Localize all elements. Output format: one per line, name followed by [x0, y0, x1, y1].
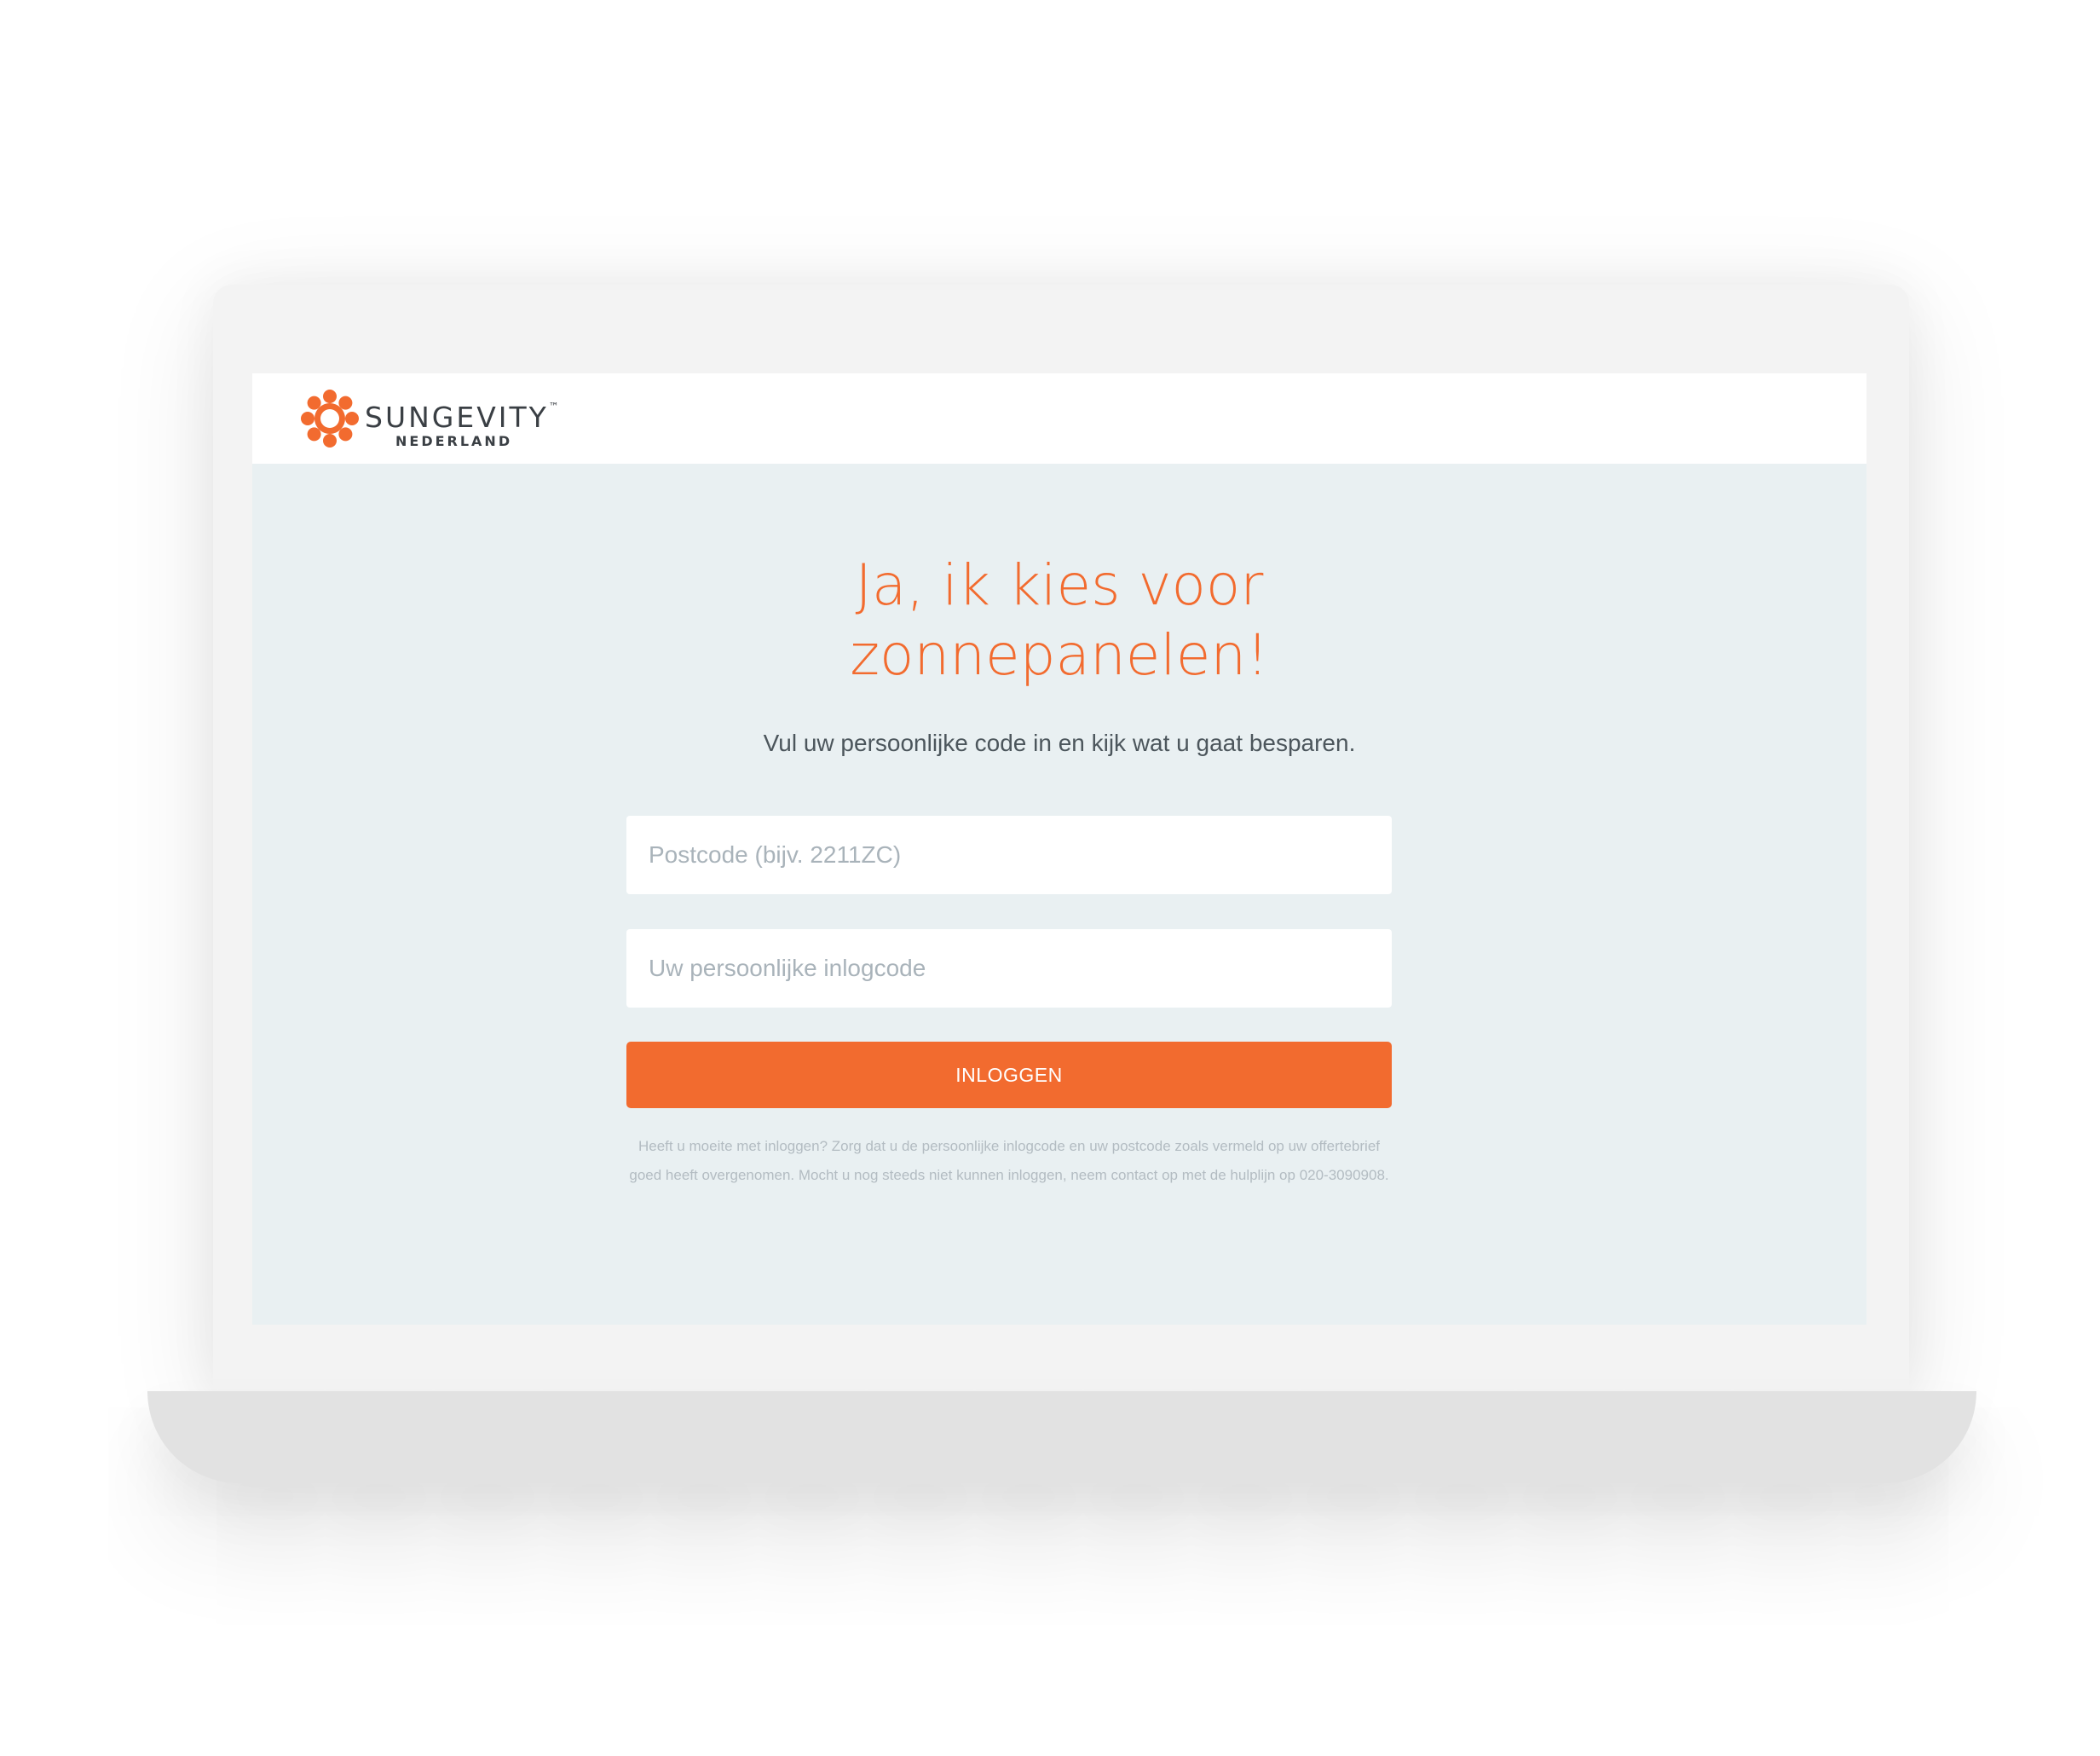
trademark-mark: ™ [548, 401, 559, 413]
laptop-base [147, 1391, 1976, 1483]
page-title: Ja, ik kies voor zonnepanelen! [252, 551, 1866, 690]
page-subtitle: Vul uw persoonlijke code in en kijk wat … [763, 730, 1356, 756]
login-code-input[interactable] [626, 929, 1392, 1008]
page-title-line-1: Ja, ik kies voor [855, 552, 1264, 618]
brand-name: SUNGEVITY™ [365, 401, 559, 434]
brand-logo[interactable]: SUNGEVITY™ NEDERLAND [300, 389, 573, 449]
help-text: Heeft u moeite met inloggen? Zorg dat u … [629, 1138, 1389, 1183]
brand-subtitle: NEDERLAND [395, 433, 513, 449]
postcode-input[interactable] [626, 816, 1392, 894]
page-title-line-2: zonnepanelen! [850, 622, 1269, 688]
sun-flower-logo-icon [301, 390, 359, 448]
site-header: SUNGEVITY™ NEDERLAND [252, 373, 1866, 464]
login-button[interactable]: INLOGGEN [626, 1042, 1392, 1108]
browser-viewport: SUNGEVITY™ NEDERLAND Ja, ik kies voor zo… [252, 373, 1866, 1325]
